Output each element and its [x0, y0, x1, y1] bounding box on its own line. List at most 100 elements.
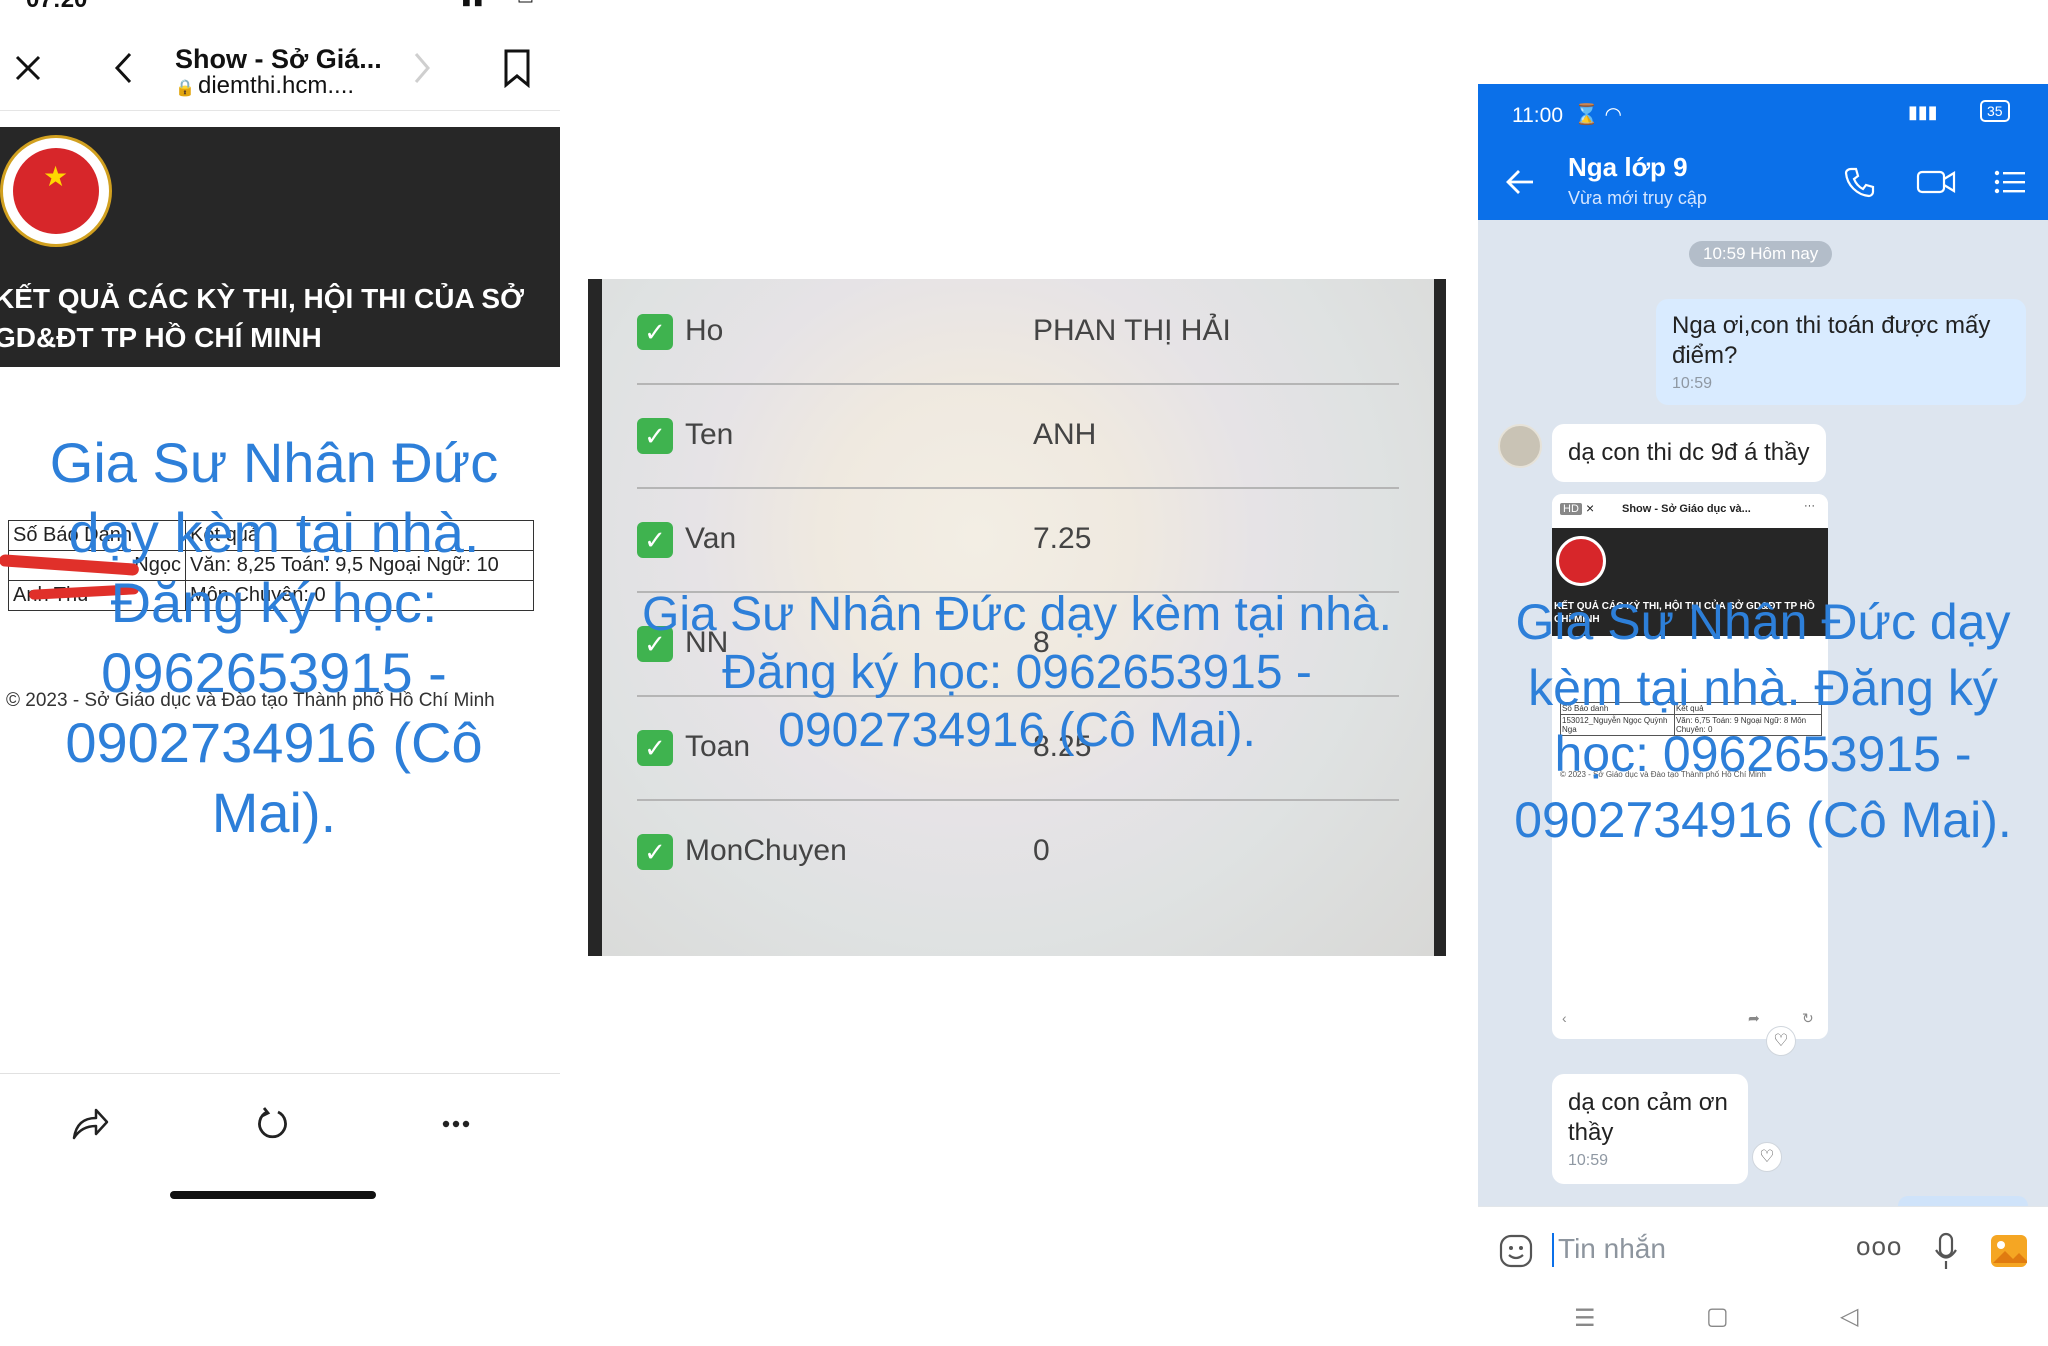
shared-screenshot-image[interactable]: HD × Show - Sở Giáo dục và... ··· KẾT QU… [1552, 494, 1828, 1039]
message-time: 10:59 [1568, 1152, 1609, 1169]
table-row: Số Báo danh Kết quả [1560, 702, 1823, 715]
check-icon: ✓ [637, 418, 673, 454]
status-time: 07:20 [26, 0, 87, 14]
back-chevron-icon[interactable] [104, 48, 144, 88]
microphone-icon[interactable] [1926, 1229, 1966, 1273]
close-icon[interactable] [8, 48, 48, 88]
field-label: Ten [685, 418, 734, 451]
field-value: 8 [1033, 626, 1050, 659]
message-text: dạ con cảm ơn thầy [1568, 1089, 1728, 1146]
table-header: Kết quả [185, 520, 534, 551]
message-time: 10:59 [1672, 375, 1713, 392]
emoji-icon[interactable] [1496, 1231, 1536, 1271]
more-options-icon[interactable] [432, 1100, 480, 1148]
back-arrow-icon[interactable] [1500, 162, 1540, 202]
message-text: Nga ơi,con thi toán được mấy điểm? [1672, 312, 1991, 369]
message-text: dạ con thi dc 9đ á thầy [1568, 439, 1810, 466]
check-icon: ✓ [637, 834, 673, 870]
page-title: Show - Sở Giá... [175, 44, 382, 74]
avatar[interactable] [1498, 424, 1542, 468]
browser-bottom-toolbar [0, 1073, 560, 1174]
home-square-icon[interactable]: ▢ [1706, 1302, 1729, 1331]
share-icon: ➦ [1748, 1010, 1760, 1026]
table-cell: Anh Thư [8, 580, 186, 611]
bookmark-icon[interactable] [498, 46, 536, 90]
education-department-logo: ★ [0, 135, 112, 247]
page-url[interactable]: diemthi.hcm.... [198, 72, 354, 100]
battery-icon: 35 [1980, 100, 2010, 122]
field-value: 8.25 [1033, 730, 1092, 763]
date-separator: 10:59 Hôm nay [1689, 241, 1833, 267]
phone-status-bar: 07:20 ▮▮ ◠ ▭ [0, 0, 560, 14]
education-department-logo [1556, 536, 1606, 586]
phone-call-icon[interactable] [1840, 162, 1880, 202]
table-row: ✓ Ten ANH [637, 383, 1399, 489]
forward-chevron-icon[interactable] [404, 48, 440, 88]
field-value: 0 [1033, 834, 1050, 867]
field-value: ANH [1033, 418, 1097, 451]
contact-name: Nga lớp 9 [1568, 152, 1688, 182]
shot-title: Show - Sở Giáo dục và... [1622, 503, 1751, 515]
outgoing-message[interactable]: Nga ơi,con thi toán được mấy điểm? 10:59 [1656, 299, 2026, 405]
more-options-icon[interactable]: ooo [1856, 1231, 1902, 1262]
chat-header: Nga lớp 9 Vừa mới truy cập [1478, 142, 2048, 220]
contact-status: Vừa mới truy cập [1568, 188, 1707, 208]
hd-badge: HD [1560, 503, 1582, 515]
shot-browser-bar: HD × Show - Sở Giáo dục và... ··· [1552, 494, 1828, 528]
home-indicator [170, 1191, 376, 1199]
field-value: 7.25 [1033, 522, 1092, 555]
menu-list-icon[interactable] [1990, 162, 2030, 202]
field-value: PHAN THỊ HẢI [1033, 314, 1231, 347]
close-icon: × [1586, 500, 1595, 516]
table-row: 153012_Nguyễn Ngọc Quỳnh Nga Văn: 6,75 To… [1560, 714, 1823, 736]
site-footer: © 2023 - Sở Giáo dục và Đào tạo Thành ph… [6, 690, 495, 711]
table-cell: Số Báo danh [1560, 702, 1675, 715]
browser-screenshot-panel: 07:20 ▮▮ ◠ ▭ Show - Sở Giá... 🔒 diemthi.… [0, 0, 560, 1346]
field-label: Toan [685, 730, 751, 763]
result-photo-screen: ✓ Ho PHAN THỊ HẢI ✓ Ten ANH ✓ Van 7.25 ✓… [602, 279, 1434, 956]
gallery-icon[interactable] [1988, 1231, 2030, 1271]
table-row: ✓ Ho PHAN THỊ HẢI [637, 279, 1399, 385]
table-row: ✓ Van 7.25 [637, 487, 1399, 593]
heart-react-icon[interactable]: ♡ [1766, 1026, 1796, 1056]
table-cell: Kết quả [1673, 702, 1823, 715]
shot-heading: KẾT QUẢ CÁC KỲ THI, HỘI THI CỦA SỞ GD&ĐT… [1554, 601, 1815, 625]
table-cell: 153012_Nguyễn Ngọc Quỳnh Nga [1560, 714, 1675, 736]
table-row: …Ngọc Văn: 8,25 Toán: 9,5 Ngoại Ngữ: 10 [0, 550, 534, 581]
site-header: ★ KẾT QUẢ CÁC KỲ THI, HỘI THI CỦA SỞ GD&… [0, 127, 560, 367]
shot-footer: © 2023 - Sở Giáo dục và Đào tạo Thành ph… [1560, 770, 1766, 779]
shot-result-table: Số Báo danh Kết quả 153012_Nguyễn Ngọc Qu… [1560, 702, 1823, 736]
video-call-icon[interactable] [1914, 162, 1958, 202]
table-cell: Môn Chuyên: 0 [185, 580, 534, 611]
message-input[interactable]: Tin nhắn [1558, 1233, 1666, 1265]
field-label: MonChuyen [685, 834, 847, 867]
watermark-text: Gia Sư Nhân Đức dạy kèm tại nhà. Đăng ký… [49, 431, 499, 844]
back-triangle-icon[interactable]: ◁ [1840, 1302, 1858, 1331]
table-cell: Văn: 8,25 Toán: 9,5 Ngoại Ngữ: 10 [185, 550, 534, 581]
check-icon: ✓ [637, 730, 673, 766]
share-icon[interactable] [66, 1100, 114, 1148]
reload-icon: ↻ [1802, 1010, 1814, 1026]
star-icon: ★ [43, 161, 69, 192]
table-header: Số Báo Danh [8, 520, 186, 551]
table-row: ✓ MonChuyen 0 [637, 799, 1399, 903]
reload-icon[interactable] [248, 1100, 296, 1148]
heart-react-icon[interactable]: ♡ [1752, 1142, 1782, 1172]
android-nav-bar: ☰ ▢ ◁ [1478, 1296, 2048, 1346]
check-icon: ✓ [637, 626, 673, 662]
more-options-icon: ··· [1804, 500, 1815, 512]
exam-result-table: Số Báo Danh Kết quả …Ngọc Văn: 8,25 Toán… [0, 520, 534, 611]
table-row: ✓ NN 8 [637, 591, 1399, 697]
field-label: NN [685, 626, 729, 659]
table-cell: …Ngọc [0, 550, 186, 581]
table-row: ✓ Toan 8.25 [637, 695, 1399, 801]
incoming-message[interactable]: dạ con cảm ơn thầy 10:59 [1552, 1074, 1748, 1184]
field-label: Ho [685, 314, 724, 347]
table-row: Anh Thư Môn Chuyên: 0 [8, 580, 534, 611]
menu-icon[interactable]: ☰ [1574, 1304, 1596, 1333]
message-input-bar: Tin nhắn ooo [1478, 1206, 2048, 1297]
chat-screenshot-panel: 11:00 ⌛ ◠ ▮▮▮ 35 Nga lớp 9 Vừa mới truy … [1478, 84, 2048, 1346]
field-label: Van [685, 522, 737, 555]
phone-status-bar: 11:00 ⌛ ◠ ▮▮▮ 35 [1478, 84, 2048, 142]
incoming-message[interactable]: dạ con thi dc 9đ á thầy [1552, 424, 1826, 482]
